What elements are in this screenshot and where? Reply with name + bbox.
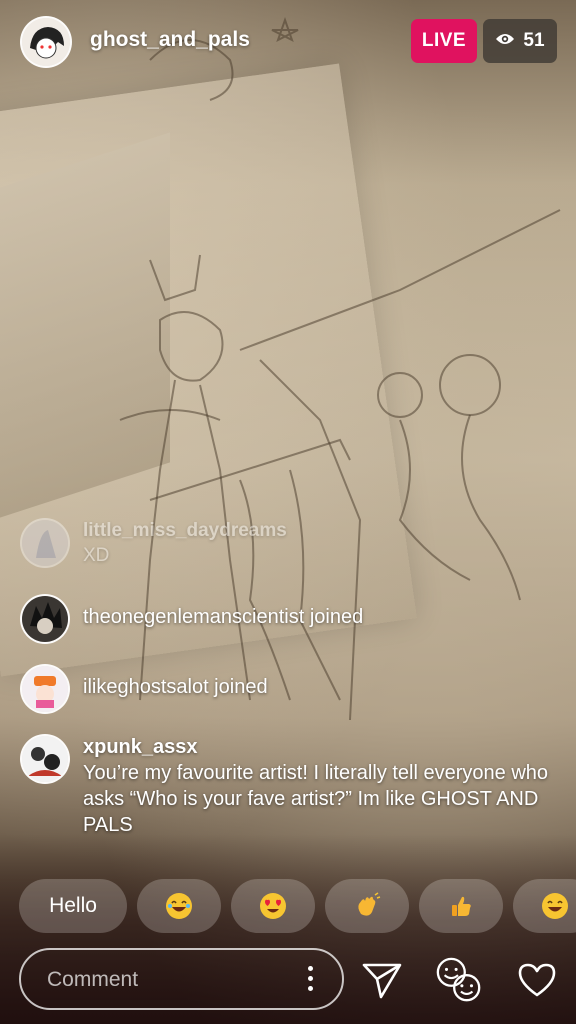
live-badge: LIVE [411,19,477,63]
paper-plane-icon [362,963,402,999]
comment-text: theonegenlemanscientist joined [83,606,364,628]
comment-text: ilikeghostsalot joined [83,676,268,698]
host-avatar[interactable] [20,16,72,68]
comment-text: You’re my favourite artist! I literally … [83,762,549,836]
quick-reply-wave[interactable] [325,879,409,933]
commenter-avatar[interactable] [20,518,70,568]
quick-reply-row: Hello [19,879,576,935]
faces-icon [436,957,481,1002]
host-username[interactable]: ghost_and_pals [90,28,250,52]
eye-icon [495,30,515,52]
face-filter-button[interactable] [434,952,484,1008]
quick-reply-laughing-2[interactable] [513,879,576,933]
heart-icon [518,963,556,997]
comment-placeholder: Comment [47,968,139,991]
host-avatar-image [22,18,70,66]
send-button[interactable] [357,952,407,1008]
viewer-count: 51 [523,30,545,51]
quick-reply-heart-eyes[interactable] [231,879,315,933]
quick-reply-laughing[interactable] [137,879,221,933]
thumbs-up-icon [452,896,471,916]
commenter-avatar[interactable] [20,594,70,644]
comment-text: XD [83,545,110,566]
laughing-emoji-icon [542,893,568,919]
comment-input[interactable]: Comment [19,948,344,1010]
live-header: ghost_and_pals LIVE 51 [0,0,576,90]
heart-eyes-emoji-icon [260,893,286,919]
quick-reply-hello[interactable]: Hello [19,879,127,933]
viewer-count-badge[interactable]: 51 [483,19,557,63]
comment-username[interactable]: xpunk_assx [83,734,560,760]
laughing-emoji-icon [166,893,192,919]
more-options-icon[interactable] [308,966,314,996]
commenter-avatar[interactable] [20,664,70,714]
commenter-avatar[interactable] [20,734,70,784]
quick-reply-thumbs-up[interactable] [419,879,503,933]
live-video-feed [0,0,576,1024]
comment-username[interactable]: little_miss_daydreams [83,518,560,543]
waving-hand-icon [358,892,381,916]
like-button[interactable] [512,952,562,1008]
